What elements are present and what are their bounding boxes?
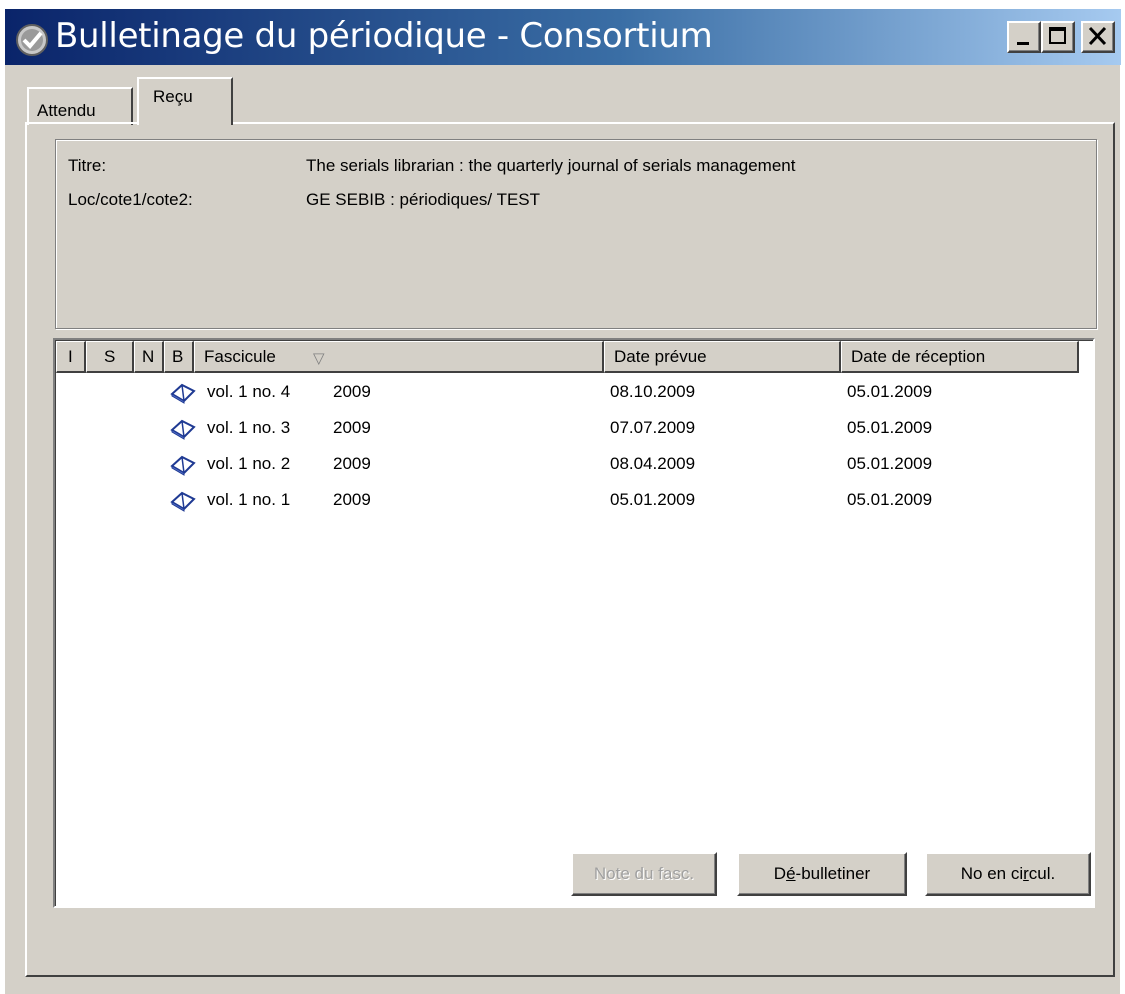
close-button[interactable] (1081, 21, 1115, 53)
note-button[interactable]: Note du fasc. (571, 852, 717, 896)
row-date-prevue: 05.01.2009 (610, 490, 696, 509)
tab-panel-recu: Titre: The serials librarian : the quart… (25, 122, 1115, 977)
column-header-date-reception[interactable]: Date de réception (841, 341, 1079, 373)
row-issue: vol. 1 no. 3 (207, 418, 291, 437)
table-row[interactable]: vol. 1 no. 1 2009 05.01.2009 05.01.2009 (55, 484, 1093, 520)
column-header-n[interactable]: N (134, 341, 164, 373)
maximize-button[interactable] (1041, 21, 1075, 53)
minimize-button[interactable] (1007, 21, 1041, 53)
unbulletin-button[interactable]: Dé-bulletiner (737, 852, 907, 896)
book-icon (170, 455, 196, 476)
tab-recu[interactable]: Reçu (137, 77, 233, 125)
row-year: 2009 (333, 418, 371, 437)
table-row[interactable]: vol. 1 no. 4 2009 08.10.2009 05.01.2009 (55, 376, 1093, 412)
title-label: Titre: (68, 156, 107, 175)
row-issue: vol. 1 no. 4 (207, 382, 291, 401)
dialog-window: Bulletinage du périodique - Consortium A… (4, 8, 1121, 994)
book-icon (170, 419, 196, 440)
tab-recu-label: Reçu (153, 87, 193, 106)
table-row[interactable]: vol. 1 no. 3 2009 07.07.2009 05.01.2009 (55, 412, 1093, 448)
row-year: 2009 (333, 382, 371, 401)
window-title: Bulletinage du périodique - Consortium (55, 16, 713, 56)
circulation-button[interactable]: No en circul. (925, 852, 1091, 896)
close-icon (1088, 26, 1107, 46)
table-row[interactable]: vol. 1 no. 2 2009 08.04.2009 05.01.2009 (55, 448, 1093, 484)
column-header-fascicule[interactable]: Fascicule ▽ (194, 341, 604, 373)
maximize-icon (1049, 27, 1066, 44)
sort-descending-icon: ▽ (313, 350, 325, 367)
row-date-reception: 05.01.2009 (847, 418, 933, 437)
row-date-prevue: 08.10.2009 (610, 382, 696, 401)
column-header-s[interactable]: S (86, 341, 134, 373)
row-date-reception: 05.01.2009 (847, 454, 933, 473)
serial-info-box: Titre: The serials librarian : the quart… (55, 139, 1097, 329)
tab-attendu-label: Attendu (37, 101, 96, 120)
book-icon (170, 491, 196, 512)
book-icon (170, 383, 196, 404)
location-value: GE SEBIB : périodiques/ TEST (306, 190, 541, 209)
minimize-icon (1017, 42, 1029, 45)
row-year: 2009 (333, 490, 371, 509)
row-date-prevue: 08.04.2009 (610, 454, 696, 473)
tab-attendu[interactable]: Attendu (27, 87, 133, 125)
issues-list[interactable]: I S N B Fascicule ▽ Date prévue Date de … (53, 338, 1095, 908)
row-date-reception: 05.01.2009 (847, 382, 933, 401)
location-label: Loc/cote1/cote2: (68, 190, 193, 209)
app-checkmark-icon (16, 24, 48, 56)
title-value: The serials librarian : the quarterly jo… (306, 156, 796, 175)
column-header-b[interactable]: B (164, 341, 194, 373)
row-issue: vol. 1 no. 1 (207, 490, 291, 509)
title-bar[interactable]: Bulletinage du périodique - Consortium (5, 9, 1121, 65)
row-date-prevue: 07.07.2009 (610, 418, 696, 437)
row-year: 2009 (333, 454, 371, 473)
column-header-date-prevue[interactable]: Date prévue (604, 341, 841, 373)
column-header-i[interactable]: I (56, 341, 86, 373)
row-date-reception: 05.01.2009 (847, 490, 933, 509)
row-issue: vol. 1 no. 2 (207, 454, 291, 473)
